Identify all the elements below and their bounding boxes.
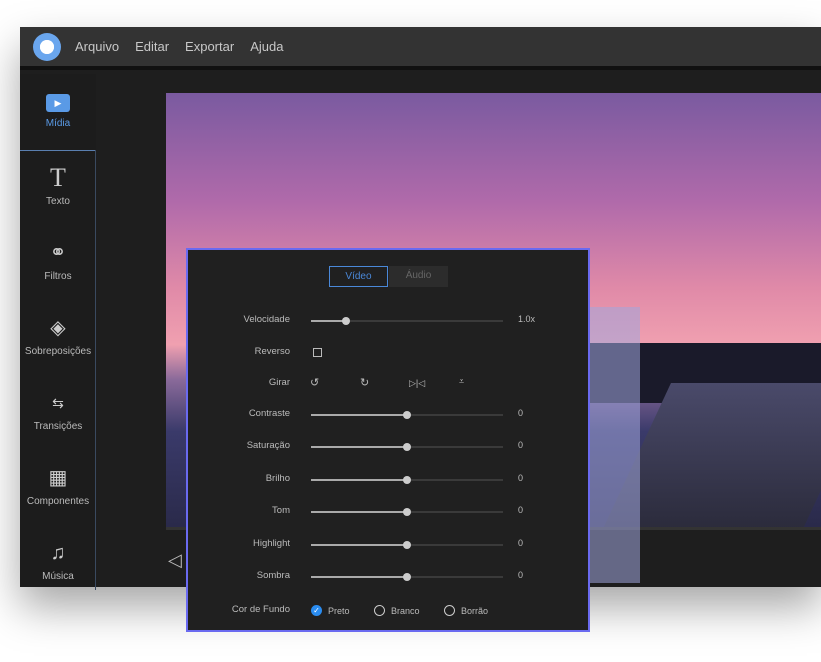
saturacao-value: 0	[518, 440, 524, 451]
contraste-slider[interactable]	[311, 411, 503, 419]
rotate-row: Girar ↺ ↻ ▷|◁ ⩡	[188, 374, 588, 394]
radio-preto[interactable]: ✓	[311, 605, 322, 616]
sombra-label: Sombra	[256, 570, 290, 581]
contraste-value: 0	[518, 408, 524, 418]
highlight-value: 0	[518, 537, 524, 548]
sidebar-item-sobreposicoes[interactable]: ◈ Sobreposições	[20, 316, 96, 357]
sombra-slider[interactable]	[311, 573, 503, 581]
radio-branco-label[interactable]: Branco	[391, 606, 420, 616]
rotate-right-icon[interactable]: ↻	[360, 376, 369, 389]
tom-slider-knob[interactable]	[403, 508, 411, 517]
sombra-slider-knob[interactable]	[403, 573, 411, 581]
previous-frame-icon[interactable]: ◁	[168, 550, 182, 571]
highlight-label: Highlight	[253, 537, 290, 549]
highlight-slider-knob[interactable]	[403, 540, 411, 549]
speed-slider[interactable]	[311, 317, 503, 325]
reverse-checkbox[interactable]	[313, 348, 322, 357]
saturacao-slider[interactable]	[311, 443, 503, 452]
contraste-label: Contraste	[248, 408, 290, 419]
background-color-row: Cor de Fundo ✓ Preto Branco Borrão	[188, 601, 588, 621]
radio-preto-label[interactable]: Preto	[328, 606, 350, 616]
menu-exportar[interactable]: Exportar	[185, 39, 234, 54]
sidebar-item-transicoes[interactable]: ⇆ Transições	[20, 391, 96, 432]
crop-overlay	[590, 307, 640, 583]
highlight-slider[interactable]	[311, 540, 503, 549]
reverse-row: Reverso	[188, 343, 588, 363]
rotate-label: Girar	[268, 377, 290, 388]
saturacao-slider-knob[interactable]	[403, 443, 411, 452]
speed-value: 1.0x	[518, 314, 536, 324]
brilho-slider-knob[interactable]	[403, 475, 411, 484]
flip-horizontal-icon[interactable]: ▷|◁	[409, 378, 425, 389]
sidebar-divider-vertical	[95, 150, 96, 590]
text-icon: T	[50, 163, 66, 192]
tab-video[interactable]: Vídeo	[329, 266, 388, 287]
contraste-row: Contraste 0	[188, 405, 588, 425]
menu-ajuda[interactable]: Ajuda	[250, 39, 283, 54]
reverse-label: Reverso	[254, 346, 290, 357]
sidebar-divider	[20, 150, 96, 151]
background-color-label: Cor de Fundo	[231, 604, 290, 615]
radio-borrao-label[interactable]: Borrão	[461, 606, 488, 616]
menu-bar: Arquivo Editar Exportar Ajuda	[20, 27, 821, 70]
speed-slider-knob[interactable]	[341, 317, 350, 325]
filters-icon: ⚭	[49, 242, 67, 264]
menu-editar[interactable]: Editar	[135, 39, 169, 54]
brilho-value: 0	[518, 472, 524, 483]
sidebar-item-texto[interactable]: T Texto	[20, 163, 96, 208]
flip-vertical-icon[interactable]: ⩡	[459, 376, 464, 387]
brilho-slider[interactable]	[311, 475, 503, 484]
media-icon: ▶	[46, 94, 70, 112]
sidebar: ▶ Mídia T Texto ⚭ Filtros ◈ Sobreposições ⇆ T…	[20, 74, 96, 590]
overlays-icon: ◈	[50, 317, 66, 339]
radio-branco[interactable]	[374, 605, 385, 616]
sidebar-item-componentes[interactable]: ▦ Componentes	[20, 466, 96, 507]
rotate-left-icon[interactable]: ↺	[310, 376, 319, 389]
sidebar-item-filtros[interactable]: ⚭ Filtros	[20, 241, 96, 282]
video-properties-dialog: Vídeo Áudio Velocidade 1.0x Reverso Gira…	[186, 248, 590, 632]
components-icon: ▦	[48, 467, 68, 489]
app-logo-icon	[33, 32, 61, 61]
sombra-row: Sombra 0	[188, 567, 588, 587]
sombra-value: 0	[518, 570, 524, 580]
speed-row: Velocidade 1.0x	[188, 311, 588, 331]
brilho-label: Brilho	[265, 472, 290, 484]
saturacao-row: Saturação 0	[188, 437, 588, 457]
contraste-slider-knob[interactable]	[403, 411, 411, 419]
tom-slider[interactable]	[311, 508, 503, 517]
tom-row: Tom 0	[188, 502, 588, 522]
sidebar-item-musica[interactable]: ♫ Música	[20, 541, 96, 582]
menu-arquivo[interactable]: Arquivo	[75, 39, 119, 54]
highlight-row: Highlight 0	[188, 535, 588, 555]
tab-audio[interactable]: Áudio	[389, 266, 448, 287]
transitions-icon: ⇆	[52, 395, 64, 411]
sidebar-item-midia[interactable]: ▶ Mídia	[20, 94, 96, 129]
radio-borrao[interactable]	[444, 605, 455, 616]
saturacao-label: Saturação	[246, 440, 290, 452]
tom-value: 0	[518, 505, 524, 516]
tom-label: Tom	[272, 505, 290, 517]
speed-label: Velocidade	[243, 314, 290, 325]
brilho-row: Brilho 0	[188, 470, 588, 490]
music-icon: ♫	[50, 542, 66, 564]
